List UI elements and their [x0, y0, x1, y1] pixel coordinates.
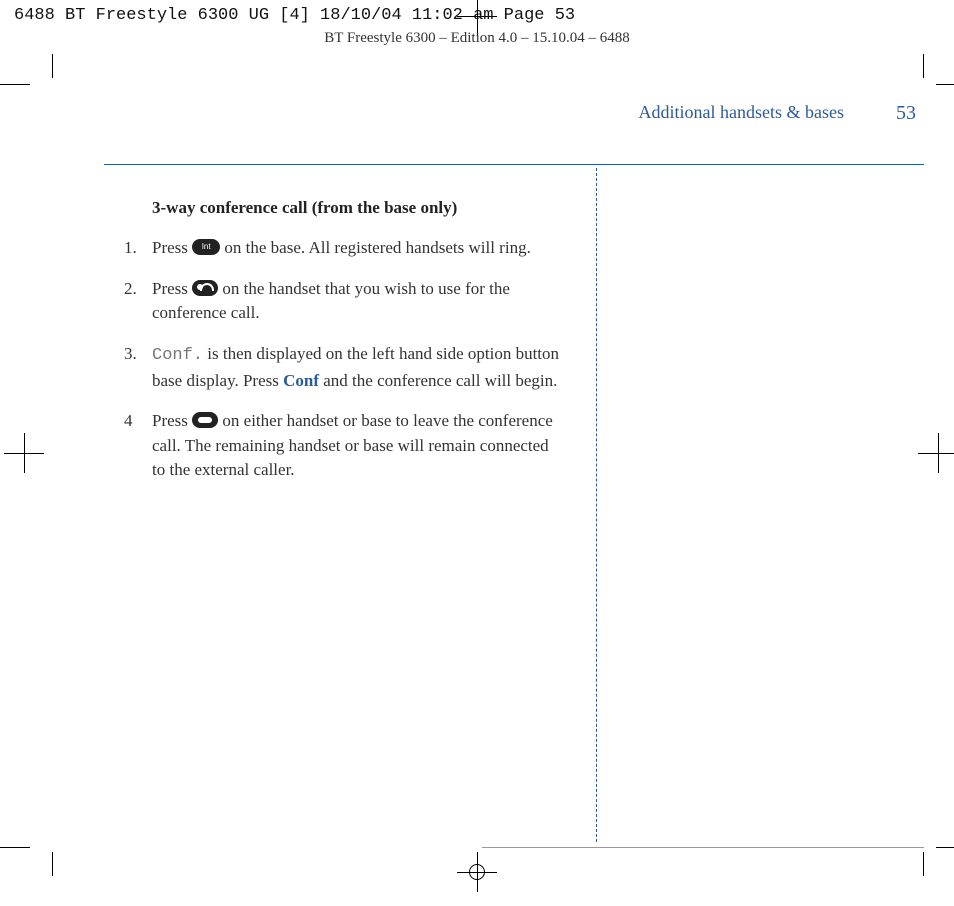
crop-mark	[936, 84, 954, 85]
page-header: Additional handsets & bases 53	[52, 84, 924, 142]
footer-rule	[482, 847, 924, 848]
end-call-icon	[192, 412, 218, 428]
step: 2. Press on the handset that you wish to…	[124, 277, 564, 326]
left-column: 3-way conference call (from the base onl…	[124, 168, 564, 499]
section-title: Additional handsets & bases	[639, 102, 844, 123]
softkey-label: Conf	[283, 371, 319, 390]
step-text: Press on the base. All registered handse…	[152, 236, 564, 261]
content-area: 3-way conference call (from the base onl…	[88, 168, 924, 842]
column-divider	[596, 168, 597, 842]
step-text: Press on the handset that you wish to us…	[152, 277, 564, 326]
int-button-icon	[192, 239, 220, 255]
header-rule	[104, 164, 924, 165]
step-text: Conf. is then displayed on the left hand…	[152, 342, 564, 393]
crop-mark	[52, 852, 53, 876]
step: 3. Conf. is then displayed on the left h…	[124, 342, 564, 393]
page-number: 53	[896, 102, 916, 125]
crop-mark	[0, 84, 30, 85]
crop-mark	[936, 847, 954, 848]
step-text: Press on either handset or base to leave…	[152, 409, 564, 483]
crop-mark	[923, 852, 924, 876]
registration-mark-icon	[4, 433, 44, 473]
crop-mark	[0, 847, 30, 848]
step-number: 4	[124, 409, 152, 483]
step: 1. Press on the base. All registered han…	[124, 236, 564, 261]
step-number: 2.	[124, 277, 152, 326]
crop-mark	[52, 54, 53, 78]
imposition-info: 6488 BT Freestyle 6300 UG [4] 18/10/04 1…	[14, 6, 575, 25]
int-handset-icon	[192, 280, 218, 296]
subsection-heading: 3-way conference call (from the base onl…	[152, 198, 564, 218]
page-body: Additional handsets & bases 53 3-way con…	[52, 84, 924, 848]
edition-line: BT Freestyle 6300 – Edition 4.0 – 15.10.…	[0, 30, 954, 47]
step: 4 Press on either handset or base to lea…	[124, 409, 564, 483]
step-number: 1.	[124, 236, 152, 261]
step-number: 3.	[124, 342, 152, 393]
registration-mark-icon	[457, 852, 497, 892]
display-text: Conf.	[152, 346, 203, 365]
crop-mark	[923, 54, 924, 78]
